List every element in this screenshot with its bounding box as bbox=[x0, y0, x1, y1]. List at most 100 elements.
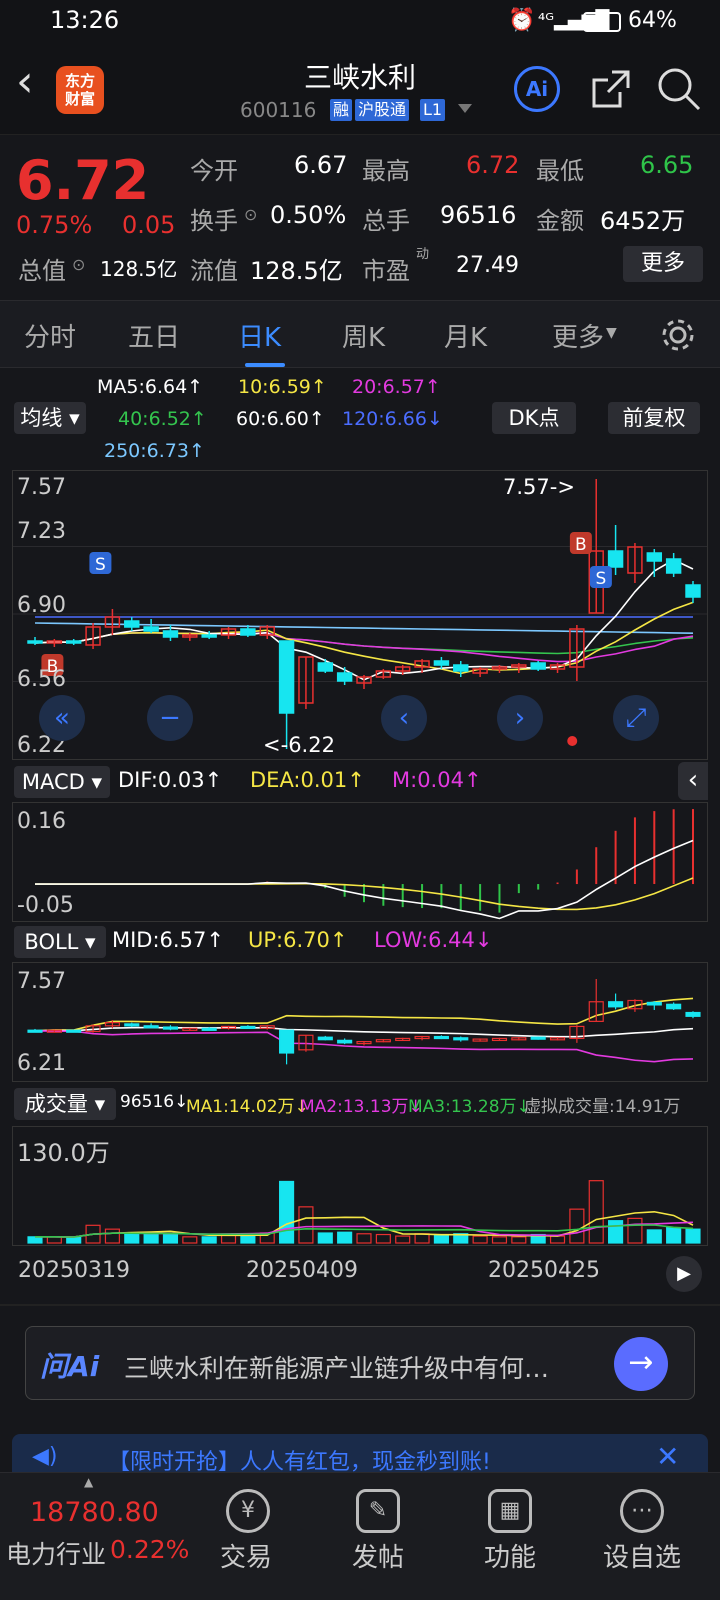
quote-panel: 6.72 0.75% 0.05 总值 ⊙ 128.5亿 今开 6.67 最高 6… bbox=[0, 134, 720, 298]
turnover-label: 换手 bbox=[190, 207, 238, 235]
volume-bar bbox=[685, 1228, 701, 1244]
boll-candle-body bbox=[530, 1036, 546, 1040]
ma-selector[interactable]: 均线 ▾ bbox=[14, 402, 86, 434]
expand-icon[interactable] bbox=[458, 104, 472, 113]
volume-label: 总手 bbox=[362, 207, 410, 235]
volume-bar bbox=[104, 1228, 120, 1244]
ma60-value: 60:6.60↑ bbox=[236, 408, 325, 430]
kline-svg: BSBS bbox=[13, 479, 707, 749]
virtual-volume: 虚拟成交量:14.91万 bbox=[524, 1097, 681, 1117]
boll-label: BOLL bbox=[24, 930, 79, 954]
tab-intraday[interactable]: 分时 bbox=[24, 317, 76, 354]
close-icon[interactable]: ✕ bbox=[656, 1440, 679, 1473]
volume-selector[interactable]: 成交量 ▾ bbox=[14, 1088, 116, 1120]
candle-body bbox=[665, 558, 682, 574]
boll-candle-body bbox=[337, 1039, 353, 1044]
scroll-left-fast-icon[interactable]: « bbox=[39, 695, 85, 741]
boll-low: LOW:6.44↓ bbox=[374, 928, 493, 952]
volume-bar bbox=[162, 1233, 179, 1244]
nav-functions[interactable]: 功能 bbox=[450, 1537, 570, 1574]
ai-button[interactable]: Ai bbox=[514, 66, 560, 112]
candle-body bbox=[317, 662, 334, 672]
boll-mid-line bbox=[34, 1026, 694, 1038]
volume-bar bbox=[279, 1180, 295, 1244]
volume-bar bbox=[433, 1234, 449, 1244]
boll-chart[interactable]: 7.57 6.21 bbox=[12, 962, 708, 1082]
tab-more[interactable]: 更多 bbox=[552, 317, 604, 354]
chevron-up-icon[interactable]: ▲ bbox=[84, 1475, 93, 1489]
kline-chart[interactable]: BSBS 7.57 7.23 6.90 6.56 6.22 7.57-> <-6… bbox=[12, 470, 708, 760]
battery-percent: 64% bbox=[628, 8, 677, 33]
collapse-panel-icon[interactable]: ‹ bbox=[678, 762, 708, 800]
boll-candle-body bbox=[433, 1035, 449, 1040]
functions-icon[interactable]: ▦ bbox=[488, 1489, 532, 1533]
ask-ai-brand: 问Ai bbox=[40, 1350, 100, 1383]
tab-monthly-k[interactable]: 月K bbox=[444, 317, 487, 354]
volume-ma1: MA1:14.02万↓ bbox=[186, 1097, 309, 1117]
boll-selector[interactable]: BOLL ▾ bbox=[14, 926, 106, 958]
boll-svg bbox=[27, 979, 701, 1065]
volume-bar bbox=[491, 1236, 508, 1244]
trade-icon[interactable]: ¥ bbox=[226, 1489, 270, 1533]
move-left-icon[interactable]: ‹ bbox=[381, 695, 427, 741]
volume-bar bbox=[627, 1217, 643, 1244]
volume-bar bbox=[298, 1206, 314, 1244]
active-tab-indicator bbox=[245, 363, 285, 367]
volume-chart[interactable]: 130.0万 bbox=[12, 1126, 708, 1246]
ask-ai-bar[interactable]: 问Ai 三峡水利在新能源产业链升级中有何… → bbox=[25, 1326, 695, 1400]
boll-y-top: 7.57 bbox=[17, 969, 66, 994]
mktcap-label: 总值 bbox=[18, 257, 66, 285]
nav-watchlist[interactable]: 设自选 bbox=[582, 1537, 702, 1574]
boll-candle-body bbox=[143, 1025, 159, 1029]
price-adjust-button[interactable]: 前复权 bbox=[608, 402, 700, 434]
tab-weekly-k[interactable]: 周K bbox=[342, 317, 385, 354]
volume-ma2: MA2:13.13万↓ bbox=[300, 1097, 423, 1117]
boll-candle-body bbox=[685, 1011, 701, 1017]
tab-5day[interactable]: 五日 bbox=[128, 317, 180, 354]
volume-bar bbox=[356, 1233, 372, 1244]
date-end: 20250425 bbox=[488, 1258, 600, 1283]
settings-icon[interactable] bbox=[660, 317, 696, 353]
volume-bar bbox=[511, 1236, 527, 1244]
turnover-value: 0.50% bbox=[270, 201, 347, 229]
nav-trade[interactable]: 交易 bbox=[186, 1537, 306, 1574]
boll-candle-body bbox=[646, 1001, 662, 1006]
move-right-icon[interactable]: › bbox=[497, 695, 543, 741]
macd-selector[interactable]: MACD ▾ bbox=[14, 766, 110, 798]
min-price-value: 6.22 bbox=[288, 733, 335, 757]
zoom-out-icon[interactable]: − bbox=[147, 695, 193, 741]
ma5-value: MA5:6.64↑ bbox=[97, 376, 204, 398]
low-label: 最低 bbox=[536, 157, 584, 185]
info-icon[interactable]: ⊙ bbox=[244, 205, 257, 224]
candle-body bbox=[162, 630, 179, 638]
macd-chart[interactable]: 0.16 -0.05 bbox=[12, 802, 708, 922]
tab-daily-k[interactable]: 日K bbox=[238, 317, 281, 354]
candle-body bbox=[278, 640, 295, 714]
search-icon[interactable] bbox=[656, 66, 702, 112]
volume-bar bbox=[201, 1236, 217, 1244]
volume-ma3: MA3:13.28万↓ bbox=[408, 1097, 531, 1117]
post-icon[interactable]: ✎ bbox=[356, 1489, 400, 1533]
play-icon[interactable]: ▶ bbox=[666, 1256, 702, 1292]
share-icon[interactable] bbox=[590, 68, 632, 110]
candle-body bbox=[65, 640, 82, 644]
nav-post[interactable]: 发帖 bbox=[318, 1537, 438, 1574]
divider bbox=[0, 1304, 720, 1306]
candle-body bbox=[27, 640, 43, 644]
float-label: 流值 bbox=[190, 257, 238, 285]
index-value[interactable]: 18780.80 bbox=[30, 1497, 159, 1528]
more-button[interactable]: 更多 bbox=[623, 246, 703, 282]
ma-selector-label: 均线 bbox=[20, 406, 63, 430]
info-icon[interactable]: ⊙ bbox=[72, 255, 85, 274]
volume-bar bbox=[549, 1235, 566, 1244]
dk-point-button[interactable]: DK点 bbox=[492, 402, 576, 434]
max-price-value: 7.57 bbox=[503, 475, 550, 499]
candle-body bbox=[143, 626, 159, 632]
watchlist-icon[interactable]: ⋯ bbox=[620, 1489, 664, 1533]
volume-bar bbox=[666, 1227, 682, 1244]
ask-ai-send-icon[interactable]: → bbox=[614, 1337, 668, 1391]
ma40-line bbox=[34, 631, 694, 655]
volume-bar bbox=[27, 1236, 43, 1244]
fullscreen-icon[interactable]: ⤢ bbox=[613, 695, 659, 741]
hk-connect-tag: 沪股通 bbox=[355, 99, 410, 121]
